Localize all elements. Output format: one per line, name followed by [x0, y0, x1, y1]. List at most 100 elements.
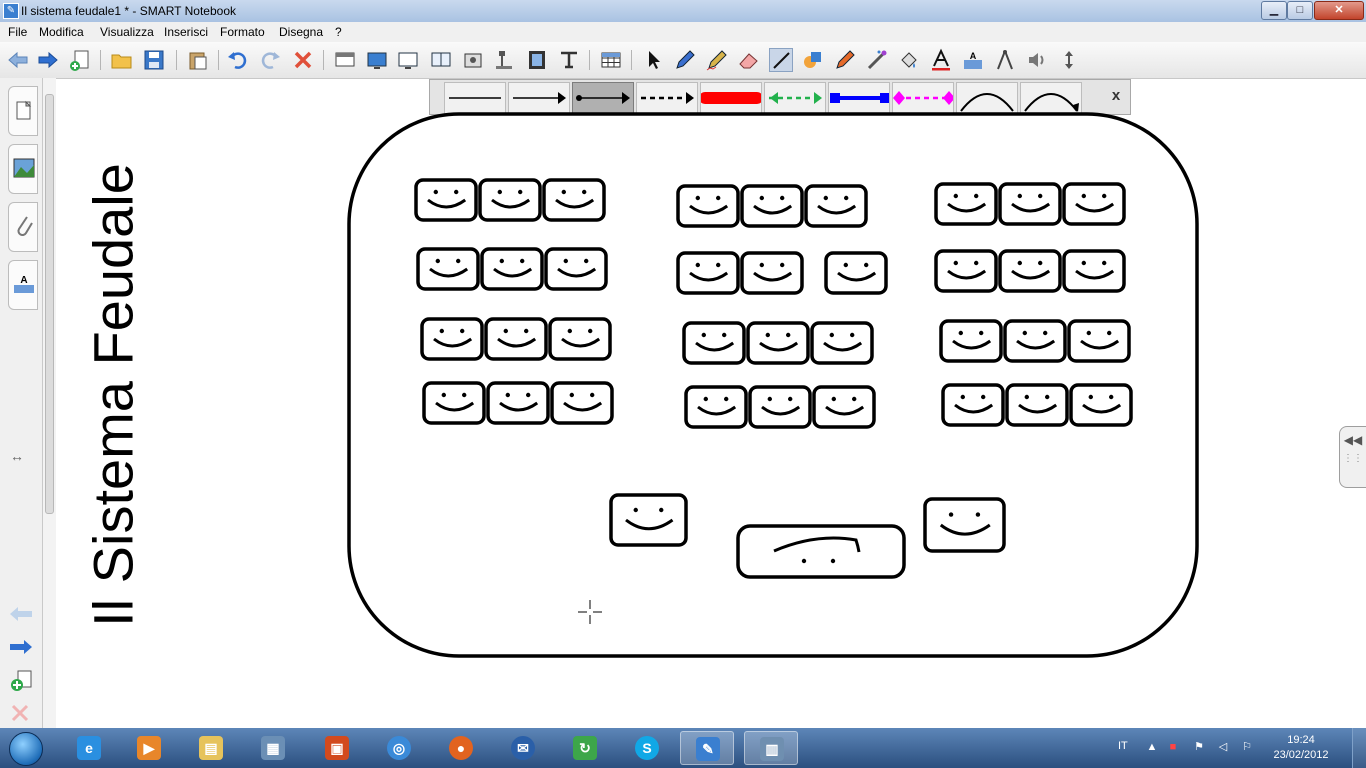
- start-button[interactable]: [3, 730, 47, 766]
- redo-icon[interactable]: [258, 48, 282, 72]
- main-toolbar: A: [0, 42, 1366, 79]
- back-icon[interactable]: [6, 48, 30, 72]
- student-face: [420, 317, 484, 361]
- shape-tool-icon[interactable]: [801, 48, 825, 72]
- page-sorter-tab[interactable]: [8, 86, 38, 136]
- classroom-drawing[interactable]: [56, 78, 1339, 728]
- open-icon[interactable]: [110, 48, 134, 72]
- smart-tools-icon[interactable]: ▥: [744, 731, 798, 765]
- student-face: [544, 247, 608, 291]
- office-icon[interactable]: ▣: [310, 731, 364, 765]
- screen-shade-icon[interactable]: [333, 48, 357, 72]
- properties-icon[interactable]: A: [961, 48, 985, 72]
- menu-formato[interactable]: Formato: [220, 25, 265, 39]
- student-face: [934, 249, 998, 293]
- student-face: [414, 178, 478, 222]
- maximize-button[interactable]: □: [1287, 1, 1313, 20]
- sound-icon[interactable]: [1025, 48, 1049, 72]
- student-face: [478, 178, 542, 222]
- document-camera-icon[interactable]: [493, 48, 517, 72]
- paste-icon[interactable]: [186, 48, 210, 72]
- student-face: [998, 249, 1062, 293]
- select-icon[interactable]: [641, 48, 665, 72]
- measurement-tools-icon[interactable]: [993, 48, 1017, 72]
- firefox-icon[interactable]: ●: [434, 731, 488, 765]
- resize-sidebar-icon[interactable]: ↔: [10, 448, 24, 464]
- menu-file[interactable]: File: [8, 25, 27, 39]
- control-panel-icon[interactable]: ▦: [246, 731, 300, 765]
- clock[interactable]: 19:24 23/02/2012: [1268, 733, 1334, 763]
- menu-modifica[interactable]: Modifica: [39, 25, 84, 39]
- flag-icon[interactable]: ⚐: [1240, 740, 1254, 754]
- show-hidden-icons-icon[interactable]: ▲: [1145, 740, 1159, 754]
- student-face: [934, 182, 998, 226]
- properties-tab[interactable]: A: [8, 260, 38, 310]
- eraser-icon[interactable]: [737, 48, 761, 72]
- delete-icon[interactable]: [291, 48, 315, 72]
- skype-icon[interactable]: S: [620, 731, 674, 765]
- show-desktop-button[interactable]: [1352, 728, 1366, 768]
- table-icon[interactable]: [599, 48, 623, 72]
- title-bar: ✎ Il sistema feudale1 * - SMART Notebook…: [0, 0, 1366, 23]
- attachments-tab[interactable]: [8, 202, 38, 252]
- menu-inserisci[interactable]: Inserisci: [164, 25, 208, 39]
- student-face: [740, 184, 804, 228]
- previous-page-icon[interactable]: [8, 604, 34, 627]
- menu-disegna[interactable]: Disegna: [279, 25, 323, 39]
- student-face: [416, 247, 480, 291]
- text-icon[interactable]: [929, 48, 953, 72]
- text-tool-icon[interactable]: [557, 48, 581, 72]
- smart-notebook-icon[interactable]: ✎: [680, 731, 734, 765]
- tray-app-icon[interactable]: ■: [1166, 740, 1180, 754]
- action-center-icon[interactable]: ⚑: [1192, 740, 1206, 754]
- taskbar: e ▶ ▤ ▦ ▣ ◎ ● ✉ ↻ S ✎ ▥: [0, 728, 1366, 768]
- volume-icon[interactable]: ◁: [1216, 740, 1230, 754]
- menu-bar: File Modifica Visualizza Inserisci Forma…: [0, 22, 1366, 42]
- student-face: [676, 251, 740, 295]
- svg-text:A: A: [20, 275, 27, 286]
- add-page-icon[interactable]: [9, 669, 35, 696]
- add-page-icon[interactable]: [68, 48, 92, 72]
- magic-pen-icon[interactable]: [833, 48, 857, 72]
- menu-help[interactable]: ?: [335, 25, 342, 39]
- student-face: [484, 317, 548, 361]
- input-language[interactable]: IT: [1118, 740, 1128, 752]
- explorer-icon[interactable]: ▤: [184, 731, 238, 765]
- internet-explorer-icon[interactable]: e: [62, 731, 116, 765]
- media-app-icon[interactable]: ↻: [558, 731, 612, 765]
- fill-icon[interactable]: [897, 48, 921, 72]
- student-face: [746, 321, 810, 365]
- show-screen-icon[interactable]: [365, 48, 389, 72]
- collapse-panel-handle[interactable]: ◀◀ ⋮⋮: [1339, 426, 1366, 488]
- media-player-icon[interactable]: ▶: [122, 731, 176, 765]
- student-face: [486, 381, 550, 425]
- minimize-button[interactable]: ▁: [1261, 1, 1287, 20]
- itunes-icon[interactable]: ◎: [372, 731, 426, 765]
- scrollbar-thumb[interactable]: [45, 94, 54, 514]
- properties-tab-icon: A: [14, 275, 34, 293]
- close-button[interactable]: ✕: [1314, 1, 1364, 20]
- gallery-tab[interactable]: [8, 144, 38, 194]
- vertical-scrollbar[interactable]: [43, 78, 56, 728]
- pen-icon[interactable]: [673, 48, 697, 72]
- student-face: [550, 381, 614, 425]
- undo-icon[interactable]: [226, 48, 250, 72]
- student-face: [824, 251, 888, 295]
- student-face: [548, 317, 612, 361]
- creative-pen-icon[interactable]: [705, 48, 729, 72]
- next-page-icon[interactable]: [8, 637, 34, 660]
- clock-time: 19:24: [1287, 734, 1315, 746]
- dual-page-icon[interactable]: [429, 48, 453, 72]
- full-screen-icon[interactable]: [396, 48, 420, 72]
- toolbar-move-icon[interactable]: [1057, 48, 1081, 72]
- delete-page-icon[interactable]: [9, 702, 31, 727]
- forward-icon[interactable]: [36, 48, 60, 72]
- recorder-icon[interactable]: [525, 48, 549, 72]
- screen-capture-icon[interactable]: [461, 48, 485, 72]
- line-tool-icon[interactable]: [769, 48, 793, 72]
- shape-pen-icon[interactable]: [865, 48, 889, 72]
- save-icon[interactable]: [142, 48, 166, 72]
- student-face: [542, 178, 606, 222]
- menu-visualizza[interactable]: Visualizza: [100, 25, 154, 39]
- thunderbird-icon[interactable]: ✉: [496, 731, 550, 765]
